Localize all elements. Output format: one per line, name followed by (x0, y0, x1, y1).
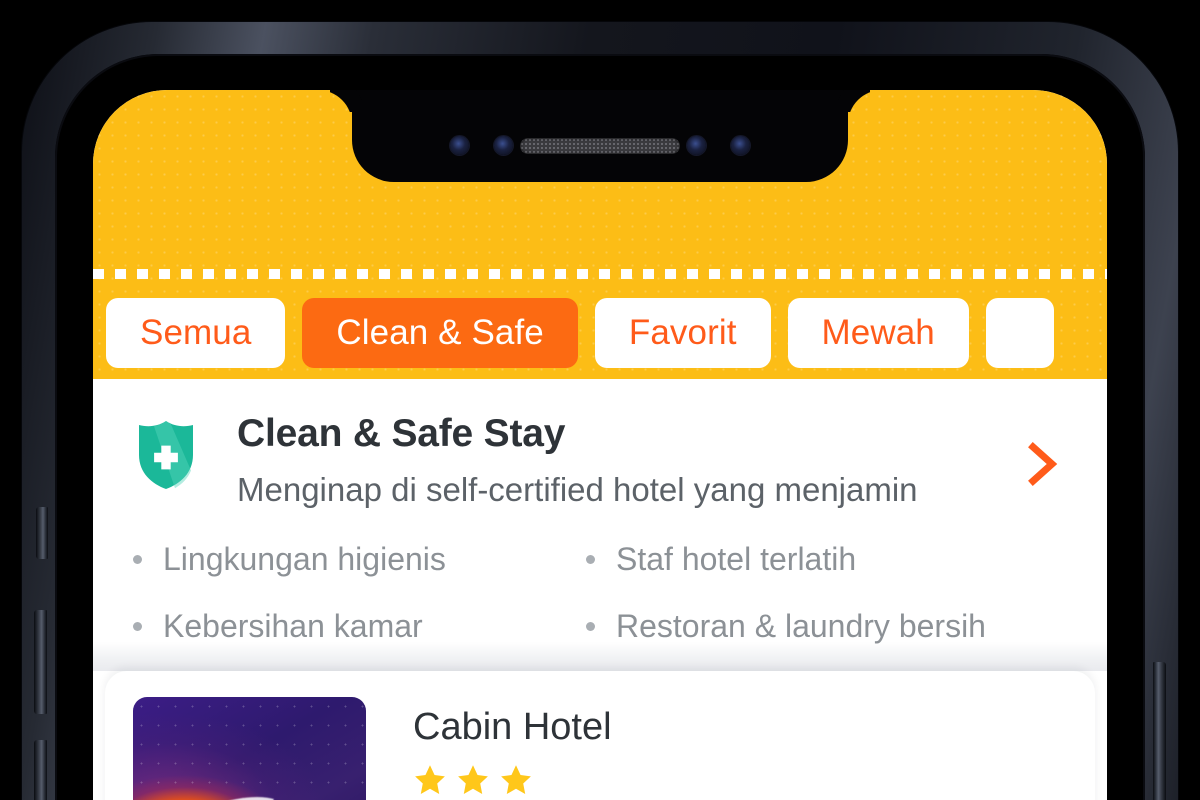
bullet-label: Kebersihan kamar (163, 608, 423, 645)
list-item: Kebersihan kamar (133, 610, 586, 642)
promo-text-block: Clean & Safe Stay Menginap di self-certi… (197, 412, 1023, 509)
bullet-dot-icon (133, 554, 142, 564)
bullet-dot-icon (586, 621, 595, 631)
chevron-right-icon[interactable] (1023, 441, 1063, 487)
clean-and-safe-promo-banner[interactable]: Clean & Safe Stay Menginap di self-certi… (93, 379, 1107, 642)
hotel-star-rating (413, 763, 612, 797)
bullet-dot-icon (586, 554, 595, 564)
phone-bezel: Semua Clean & Safe Favorit Mewah Clean &… (55, 54, 1145, 800)
ir-camera-dot-icon (731, 136, 750, 155)
volume-up-button[interactable] (34, 610, 47, 714)
list-item: Lingkungan higienis (133, 543, 586, 575)
tab-mewah[interactable]: Mewah (787, 298, 969, 368)
tab-next-partial[interactable] (985, 298, 1054, 368)
app-content: Clean & Safe Stay Menginap di self-certi… (93, 379, 1107, 800)
hotel-thumbnail-image[interactable] (133, 697, 366, 800)
category-tab-strip[interactable]: Semua Clean & Safe Favorit Mewah (93, 298, 1107, 368)
tab-semua[interactable]: Semua (106, 298, 286, 368)
dashed-divider (93, 269, 1107, 279)
volume-down-button[interactable] (34, 740, 47, 800)
promo-subtitle: Menginap di self-certified hotel yang me… (237, 471, 918, 509)
list-item: Staf hotel terlatih (586, 543, 1107, 575)
section-separator (93, 642, 1107, 672)
power-button[interactable] (1153, 662, 1166, 800)
bullet-dot-icon (133, 621, 142, 631)
ambient-light-dot-icon (687, 136, 706, 155)
phone-screen: Semua Clean & Safe Favorit Mewah Clean &… (93, 90, 1107, 800)
tab-label: Clean & Safe (336, 313, 544, 352)
earpiece-speaker-icon (520, 138, 680, 154)
bullet-label: Staf hotel terlatih (616, 541, 857, 578)
phone-notch (352, 90, 848, 182)
promo-title: Clean & Safe Stay (237, 412, 566, 455)
hotel-info-block: Cabin Hotel (366, 697, 612, 797)
screenshot-stage: Semua Clean & Safe Favorit Mewah Clean &… (0, 0, 1200, 800)
tab-clean-and-safe[interactable]: Clean & Safe (302, 298, 578, 368)
tab-favorit[interactable]: Favorit (594, 298, 771, 368)
promo-header-row: Clean & Safe Stay Menginap di self-certi… (93, 412, 1107, 509)
star-icon (501, 765, 531, 795)
bullet-label: Restoran & laundry bersih (616, 608, 986, 645)
tab-label: Favorit (628, 313, 737, 352)
phone-frame: Semua Clean & Safe Favorit Mewah Clean &… (22, 22, 1178, 800)
hotel-name: Cabin Hotel (413, 706, 612, 749)
tab-label: Mewah (821, 313, 935, 352)
front-camera-dot-icon (450, 136, 469, 155)
promo-feature-list: Lingkungan higienis Staf hotel terlatih … (93, 508, 1107, 642)
tab-label: Semua (140, 313, 252, 352)
bullet-label: Lingkungan higienis (163, 541, 446, 578)
list-item: Restoran & laundry bersih (586, 610, 1107, 642)
shield-plus-icon (139, 421, 193, 489)
thumbnail-sparkle-overlay (133, 697, 366, 800)
hotel-result-card[interactable]: Cabin Hotel (105, 671, 1095, 800)
star-icon (415, 765, 445, 795)
silent-switch[interactable] (36, 507, 48, 559)
star-icon (458, 765, 488, 795)
proximity-sensor-dot-icon (494, 136, 513, 155)
